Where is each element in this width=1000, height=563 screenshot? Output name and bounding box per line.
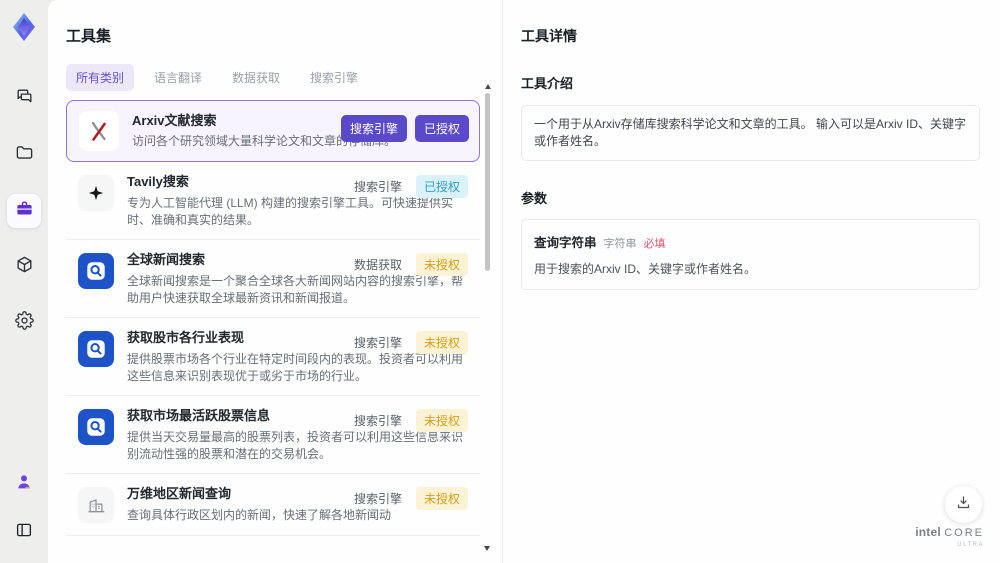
tool-auth-badge: 未授权	[415, 253, 468, 276]
intro-heading: 工具介绍	[521, 76, 574, 91]
param-description: 用于搜索的Arxiv ID、关键字或作者姓名。	[534, 262, 757, 276]
tool-card-sector-performance[interactable]: 获取股市各行业表现 提供股票市场各个行业在特定时间段内的表现。投资者可以利用这些…	[66, 318, 480, 396]
tool-category-tag: 搜索引擎	[353, 414, 402, 428]
category-tabs: 所有类别 语言翻译 数据获取 搜索引擎	[66, 64, 502, 91]
app-logo[interactable]	[9, 10, 39, 44]
collapse-panel-button[interactable]	[7, 515, 41, 549]
param-card: 查询字符串 字符串 必填 用于搜索的Arxiv ID、关键字或作者姓名。	[521, 219, 980, 290]
tool-card-meta: 搜索引擎 已授权	[340, 115, 469, 142]
tool-card-meta: 数据获取 未授权	[354, 253, 468, 276]
intro-box: 一个用于从Arxiv存储库搜索科学论文和文章的工具。 输入可以是Arxiv ID…	[521, 105, 980, 161]
tool-card-tavily[interactable]: Tavily搜索 专为人工智能代理 (LLM) 构建的搜索引擎工具。可快速提供实…	[66, 162, 480, 240]
nav-chat-button[interactable]	[7, 82, 41, 116]
tool-auth-badge: 已授权	[415, 175, 468, 198]
param-required-flag: 必填	[643, 238, 666, 250]
rail-bottom	[0, 467, 48, 549]
tool-category-tag: 搜索引擎	[353, 492, 402, 506]
tab-all-categories[interactable]: 所有类别	[66, 64, 135, 91]
rail-nav	[0, 82, 48, 340]
detail-title: 工具详情	[521, 28, 577, 44]
news-search-icon	[78, 253, 114, 289]
chat-icon	[15, 87, 34, 111]
tab-language-translation[interactable]: 语言翻译	[144, 64, 212, 91]
tool-card-meta: 搜索引擎 未授权	[354, 487, 468, 510]
tool-detail-panel: 工具详情 工具介绍 一个用于从Arxiv存储库搜索科学论文和文章的工具。 输入可…	[502, 0, 1000, 563]
tool-card-meta: 搜索引擎 未授权	[354, 331, 468, 354]
tool-card-meta: 搜索引擎 已授权	[354, 175, 468, 198]
tool-auth-badge: 已授权	[414, 115, 469, 142]
tool-description: 提供股票市场各个行业在特定时间段内的表现。投资者可以利用这些信息来识别表现优于或…	[127, 352, 464, 383]
left-rail	[0, 0, 48, 563]
tool-list-panel: 工具集 所有类别 语言翻译 数据获取 搜索引擎 Arxiv文献搜索 访问各个研究…	[48, 0, 502, 563]
params-heading: 参数	[521, 191, 548, 206]
user-profile-button[interactable]	[7, 467, 41, 501]
tool-description: 全球新闻搜索是一个聚合全球各大新闻网站内容的搜索引擎，帮助用户快速获取全球最新资…	[127, 274, 464, 305]
folder-icon	[15, 143, 34, 167]
sparkle-icon	[78, 175, 114, 211]
tool-auth-badge: 未授权	[415, 331, 468, 354]
intel-product-text: CORE	[944, 527, 984, 539]
panel-toggle-icon	[15, 521, 33, 544]
arxiv-icon	[79, 111, 119, 151]
tool-description: 提供当天交易量最高的股票列表，投资者可以利用这些信息来识别流动性强的股票和潜在的…	[127, 430, 464, 461]
list-scrollbar[interactable]	[484, 84, 491, 551]
download-button[interactable]	[945, 486, 982, 523]
stock-search-icon	[78, 409, 114, 445]
tool-card-global-news[interactable]: 全球新闻搜索 全球新闻搜索是一个聚合全球各大新闻网站内容的搜索引擎，帮助用户快速…	[66, 240, 480, 318]
tool-card-meta: 搜索引擎 未授权	[354, 409, 468, 432]
stock-search-icon	[78, 331, 114, 367]
scroll-down-arrow-icon[interactable]	[484, 546, 490, 551]
param-head: 查询字符串 字符串 必填	[534, 232, 967, 251]
tool-description: 专为人工智能代理 (LLM) 构建的搜索引擎工具。可快速提供实时、准确和真实的结…	[127, 196, 454, 227]
cube-icon	[15, 255, 34, 279]
tool-auth-badge: 未授权	[415, 487, 468, 510]
scrollbar-thumb[interactable]	[485, 93, 490, 271]
nav-packages-button[interactable]	[7, 250, 41, 284]
tool-card-arxiv[interactable]: Arxiv文献搜索 访问各个研究领域大量科学论文和文章的存储库。 搜索引擎 已授…	[66, 100, 480, 162]
tool-category-tag: 搜索引擎	[353, 180, 402, 194]
main-surface: 工具集 所有类别 语言翻译 数据获取 搜索引擎 Arxiv文献搜索 访问各个研究…	[48, 0, 1000, 563]
gear-icon	[14, 311, 34, 335]
tab-search-engine[interactable]: 搜索引擎	[300, 64, 368, 91]
page-title: 工具集	[66, 28, 112, 45]
param-type: 字符串	[603, 238, 637, 250]
user-icon	[15, 473, 33, 496]
tool-auth-badge: 未授权	[415, 409, 468, 432]
tool-card-active-stocks[interactable]: 获取市场最活跃股票信息 提供当天交易量最高的股票列表，投资者可以利用这些信息来识…	[66, 396, 480, 474]
tab-data-fetch[interactable]: 数据获取	[222, 64, 290, 91]
tool-category-tag: 数据获取	[353, 258, 402, 272]
nav-toolbox-button[interactable]	[7, 194, 41, 228]
download-icon	[955, 494, 972, 516]
nav-files-button[interactable]	[7, 138, 41, 172]
intel-brand-text: intel	[915, 525, 941, 539]
tool-cards: Arxiv文献搜索 访问各个研究领域大量科学论文和文章的存储库。 搜索引擎 已授…	[66, 100, 480, 536]
tool-category-tag: 搜索引擎	[340, 115, 407, 142]
param-name: 查询字符串	[534, 236, 597, 250]
nav-settings-button[interactable]	[7, 306, 41, 340]
intel-tier-text: ULTRA	[957, 542, 984, 548]
toolbox-icon	[15, 199, 34, 223]
scroll-up-arrow-icon[interactable]	[484, 84, 491, 89]
building-news-icon	[78, 487, 114, 523]
intel-core-badge: intel CORE ULTRA	[915, 525, 984, 551]
tool-card-regional-news[interactable]: 万维地区新闻查询 查询具体行政区划内的新闻，快速了解各地新闻动 搜索引擎 未授权	[66, 474, 480, 536]
tool-category-tag: 搜索引擎	[353, 336, 402, 350]
